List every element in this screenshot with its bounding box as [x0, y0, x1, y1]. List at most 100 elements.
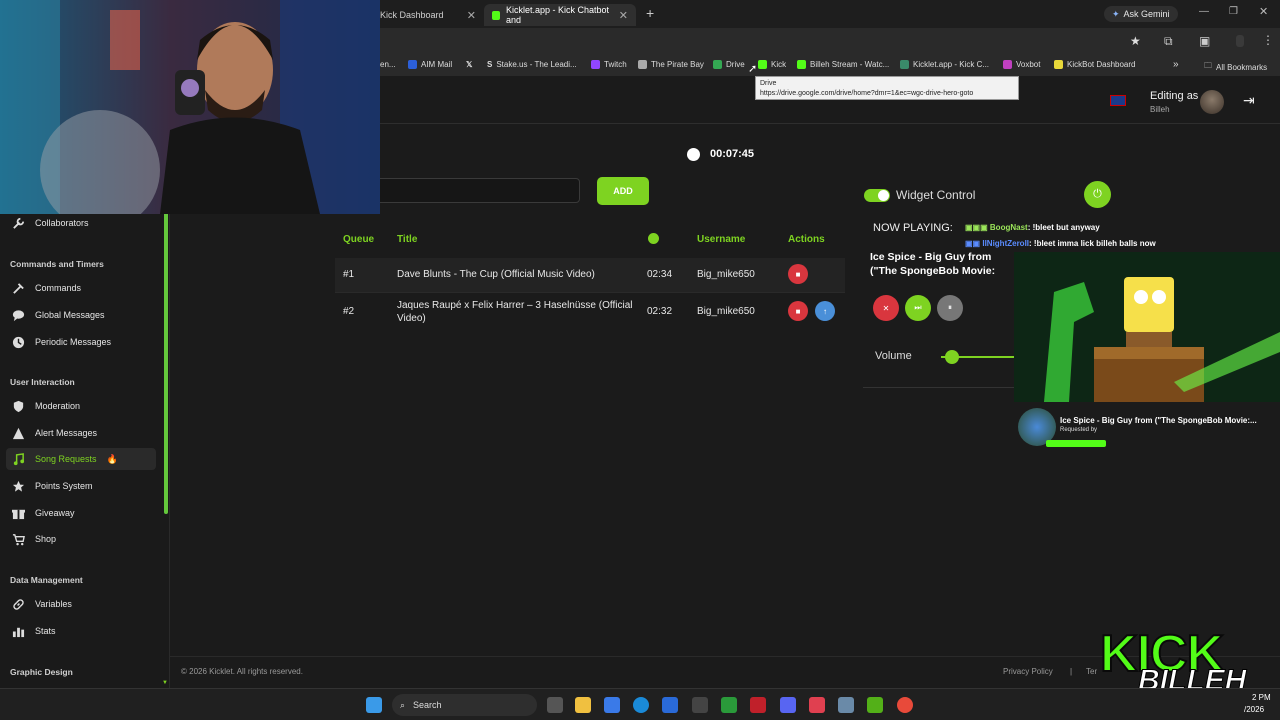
ask-gemini-button[interactable]: ✦ Ask Gemini — [1104, 6, 1178, 22]
chrome-icon[interactable] — [897, 697, 913, 713]
bookmark-billeh-stream[interactable]: Billeh Stream - Watc... — [797, 60, 889, 69]
windows-start-icon[interactable] — [366, 697, 382, 713]
bookmark-aim-mail[interactable]: AIM Mail — [408, 60, 452, 69]
cart-icon — [12, 533, 25, 545]
song-url-input[interactable] — [370, 178, 580, 203]
tab-kick-dashboard[interactable]: Kick Dashboard ✕ — [372, 4, 484, 26]
sidebar-scrollbar[interactable] — [164, 184, 168, 514]
sidebar-item-points-system[interactable]: Points System — [6, 475, 156, 497]
profile-icon[interactable] — [1236, 35, 1244, 47]
bookmark-stake[interactable]: S Stake.us - The Leadi... — [487, 60, 577, 69]
bookmark-kicklet[interactable]: Kicklet.app - Kick C... — [900, 60, 989, 69]
sidebar-item-alert-messages[interactable]: Alert Messages — [6, 422, 156, 444]
kick-icon — [797, 60, 806, 69]
bookmark-kickbot[interactable]: KickBot Dashboard — [1054, 60, 1135, 69]
outlook-icon[interactable] — [662, 697, 678, 713]
skip-close-button[interactable]: ✕ — [873, 295, 899, 321]
widget-toggle[interactable] — [864, 189, 890, 202]
extensions-icon[interactable]: ⧉ — [1164, 34, 1173, 49]
sidebar-item-global-messages[interactable]: Global Messages — [6, 304, 156, 326]
music-note-icon — [13, 452, 25, 465]
now-playing-title: Ice Spice - Big Guy from ("The SpongeBob… — [870, 251, 996, 280]
taskbar-search-label: Search — [413, 700, 442, 710]
menu-icon[interactable]: ⋮ — [1262, 33, 1274, 47]
star-icon[interactable]: ★ — [1130, 34, 1141, 48]
close-window-icon[interactable]: ✕ — [1259, 5, 1268, 18]
delete-button[interactable]: ■ — [788, 301, 808, 321]
terms-link[interactable]: Ter — [1086, 667, 1097, 676]
power-button[interactable]: ⏻ — [1084, 181, 1111, 208]
bookmark-x[interactable]: 𝕏 — [466, 60, 472, 69]
file-explorer-icon[interactable] — [575, 697, 591, 713]
sidebar-item-commands[interactable]: Commands — [6, 277, 156, 299]
stake-icon: S — [487, 60, 493, 69]
close-icon[interactable]: ✕ — [467, 9, 476, 22]
folder-icon: 🗀 — [1204, 61, 1212, 70]
overlay-requested-by: Requested by — [1060, 427, 1098, 433]
new-tab-button[interactable]: + — [646, 5, 654, 21]
editing-user: Billeh — [1150, 105, 1170, 114]
bookmark-pirate-bay[interactable]: The Pirate Bay — [638, 60, 704, 69]
xbox-icon[interactable] — [721, 697, 737, 713]
minimize-icon[interactable]: — — [1199, 6, 1209, 17]
bookmark-label: Billeh Stream - Watc... — [810, 60, 890, 69]
tab-kicklet[interactable]: Kicklet.app - Kick Chatbot and ✕ — [484, 4, 636, 26]
section-user-interaction: User Interaction — [10, 377, 75, 387]
play-skip-button[interactable]: ⏭ — [905, 295, 931, 321]
bookmark-twitch[interactable]: Twitch — [591, 60, 627, 69]
sidebar-item-periodic-messages[interactable]: Periodic Messages — [6, 331, 156, 353]
bookmark-tooltip: Drive https://drive.google.com/drive/hom… — [755, 76, 1019, 100]
privacy-policy-link[interactable]: Privacy Policy — [1003, 667, 1053, 676]
sidebar-item-collaborators[interactable]: Collaborators — [6, 212, 156, 234]
chat-text: : !bleet imma lick billeh balls now — [1029, 239, 1156, 248]
bookmark-item[interactable]: en... — [380, 60, 396, 69]
sidebar-item-label: Points System — [35, 481, 93, 491]
taskbar-search[interactable]: ⌕ Search — [392, 694, 537, 716]
session-timer: 00:07:45 — [710, 148, 755, 160]
scroll-down-icon[interactable]: ▼ — [162, 680, 168, 686]
volume-slider-thumb[interactable] — [945, 350, 960, 364]
volume-label: Volume — [875, 350, 912, 362]
delete-button[interactable]: ■ — [788, 264, 808, 284]
sidebar-item-variables[interactable]: Variables — [6, 593, 156, 615]
link-icon — [13, 598, 24, 610]
obs-icon[interactable] — [750, 697, 766, 713]
section-commands-timers: Commands and Timers — [10, 259, 104, 269]
bookmark-drive[interactable]: Drive — [713, 60, 745, 69]
app-icon[interactable] — [809, 697, 825, 713]
discord-icon[interactable] — [780, 697, 796, 713]
more-bookmarks-icon[interactable]: » — [1173, 59, 1179, 70]
task-view-icon[interactable] — [547, 697, 563, 713]
sidebar-item-label: Variables — [35, 599, 72, 609]
x-app-icon[interactable] — [692, 697, 708, 713]
store-icon[interactable] — [604, 697, 620, 713]
sidebar-item-song-requests[interactable]: Song Requests 🔥 — [6, 448, 156, 470]
bookmark-kick[interactable]: Kick — [758, 60, 786, 69]
all-bookmarks[interactable]: 🗀 All Bookmarks — [1204, 60, 1267, 74]
section-data-management: Data Management — [10, 575, 83, 585]
sidebar-item-giveaway[interactable]: Giveaway — [6, 502, 156, 524]
tooltip-url: https://drive.google.com/drive/home?dmr=… — [760, 90, 974, 97]
gift-icon — [12, 509, 25, 519]
settings-icon[interactable] — [838, 697, 854, 713]
edge-icon[interactable] — [633, 697, 649, 713]
video-thumbnail — [1014, 252, 1280, 402]
close-icon[interactable]: ✕ — [619, 9, 628, 22]
bookmark-voxbot[interactable]: Voxbot — [1003, 60, 1040, 69]
uk-flag-icon[interactable] — [1110, 95, 1126, 106]
screenshot-icon[interactable]: ▣ — [1199, 34, 1210, 48]
add-button[interactable]: ADD — [597, 177, 649, 205]
nvidia-icon[interactable] — [867, 697, 883, 713]
maximize-icon[interactable]: ❐ — [1229, 6, 1238, 17]
bookmark-label: en... — [380, 60, 396, 69]
now-playing-label: NOW PLAYING: — [873, 222, 953, 234]
logout-icon[interactable]: ⇥ — [1243, 92, 1255, 109]
move-up-button[interactable]: ↑ — [815, 301, 835, 321]
sidebar-item-moderation[interactable]: Moderation — [6, 395, 156, 417]
bookmark-label: The Pirate Bay — [651, 60, 704, 69]
sidebar-item-shop[interactable]: Shop — [6, 528, 156, 550]
kick-icon — [758, 60, 767, 69]
sidebar-item-stats[interactable]: Stats — [6, 620, 156, 642]
avatar[interactable] — [1200, 90, 1224, 114]
pause-button[interactable]: ⏸ — [937, 295, 963, 321]
